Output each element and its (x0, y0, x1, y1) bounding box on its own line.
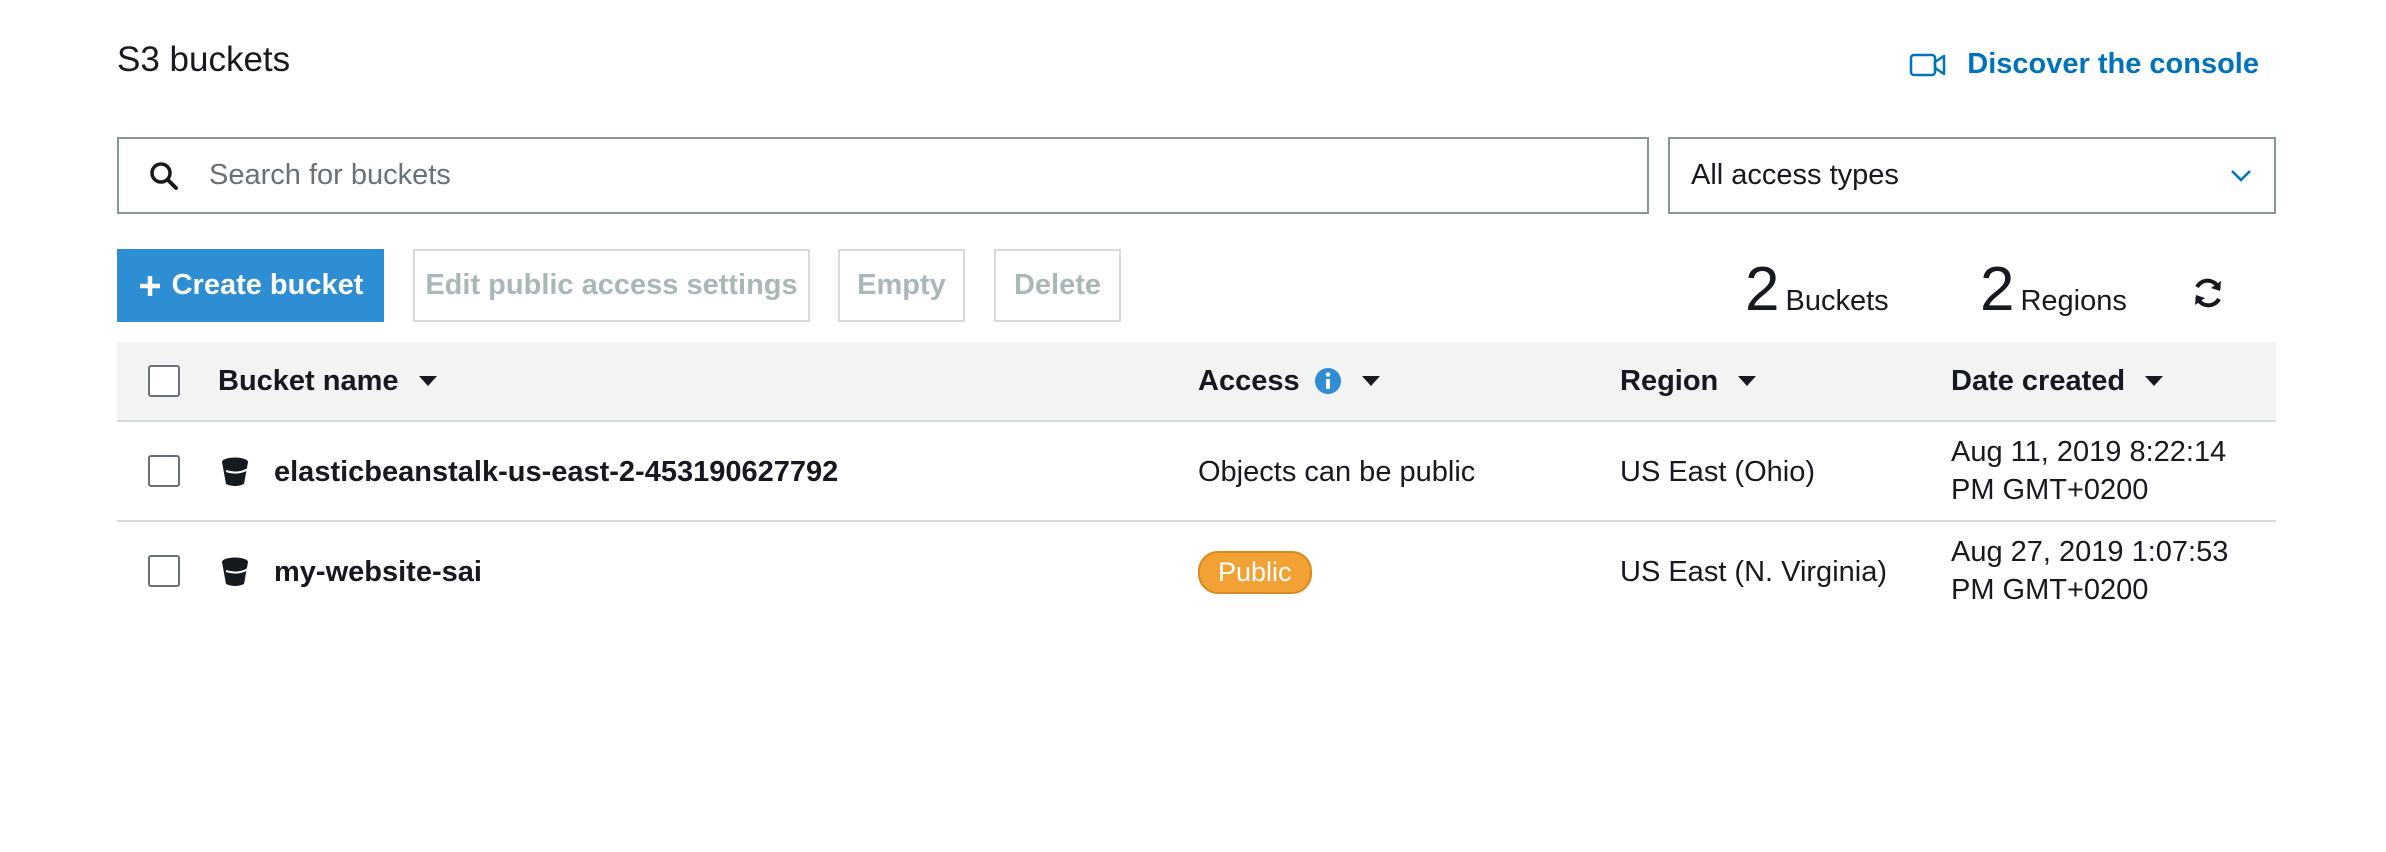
column-header-bucket-name[interactable]: Bucket name (218, 342, 437, 420)
column-header-label: Access (1198, 364, 1300, 397)
access-type-select[interactable]: All access types (1668, 137, 2276, 214)
chevron-down-icon (2231, 169, 2251, 182)
column-header-label: Date created (1951, 364, 2126, 397)
bucket-count-number: 2 (1745, 255, 1780, 324)
date-created-line1: Aug 11, 2019 8:22:14 (1951, 436, 2227, 468)
table-header: Bucket name Access Region Date created (117, 342, 2276, 422)
page-title: S3 buckets (117, 40, 291, 79)
access-status: Objects can be public (1198, 455, 1476, 488)
column-header-label: Bucket name (218, 364, 399, 397)
region-value: US East (Ohio) (1620, 455, 1815, 488)
select-all-checkbox[interactable] (148, 365, 180, 397)
column-header-region[interactable]: Region (1620, 342, 1757, 420)
row-checkbox[interactable] (148, 555, 180, 587)
search-icon (119, 139, 209, 212)
bucket-count: 2 Buckets (1745, 254, 1889, 325)
column-header-date-created[interactable]: Date created (1951, 342, 2164, 420)
search-input[interactable] (209, 139, 1647, 212)
plus-icon (139, 275, 160, 296)
table-row[interactable]: elasticbeanstalk-us-east-2-453190627792 … (117, 424, 2276, 522)
sort-caret-icon (418, 376, 437, 386)
access-type-selected: All access types (1691, 159, 1899, 191)
row-checkbox[interactable] (148, 455, 180, 487)
region-count: 2 Regions (1980, 254, 2127, 325)
region-count-label: Regions (2020, 285, 2127, 317)
bucket-name-link[interactable]: elasticbeanstalk-us-east-2-453190627792 (274, 456, 838, 489)
search-bar (117, 137, 1649, 214)
date-created-line1: Aug 27, 2019 1:07:53 (1951, 536, 2229, 568)
sort-caret-icon (1361, 376, 1380, 386)
column-header-label: Region (1620, 364, 1719, 397)
bucket-name-link[interactable]: my-website-sai (274, 556, 482, 589)
create-bucket-label: Create bucket (171, 269, 364, 301)
discover-console-link[interactable]: Discover the console (1909, 48, 2259, 81)
delete-button[interactable]: Delete (994, 249, 1121, 322)
empty-button[interactable]: Empty (838, 249, 965, 322)
bucket-icon (222, 557, 249, 586)
sort-caret-icon (2145, 376, 2164, 386)
column-header-access[interactable]: Access (1198, 342, 1380, 420)
create-bucket-button[interactable]: Create bucket (117, 249, 384, 322)
edit-public-access-button[interactable]: Edit public access settings (413, 249, 810, 322)
table-row[interactable]: my-website-sai Public US East (N. Virgin… (117, 524, 2276, 622)
date-created-line2: PM GMT+0200 (1951, 574, 2149, 606)
date-created-line2: PM GMT+0200 (1951, 474, 2149, 506)
region-count-number: 2 (1980, 255, 2015, 324)
discover-console-label: Discover the console (1967, 48, 2259, 80)
bucket-count-label: Buckets (1785, 285, 1889, 317)
bucket-icon (222, 457, 249, 486)
region-value: US East (N. Virginia) (1620, 555, 1887, 588)
sort-caret-icon (1738, 376, 1757, 386)
info-icon[interactable] (1314, 367, 1342, 395)
refresh-icon[interactable] (2190, 275, 2226, 311)
public-badge: Public (1198, 550, 1312, 594)
video-camera-icon (1910, 53, 1946, 76)
